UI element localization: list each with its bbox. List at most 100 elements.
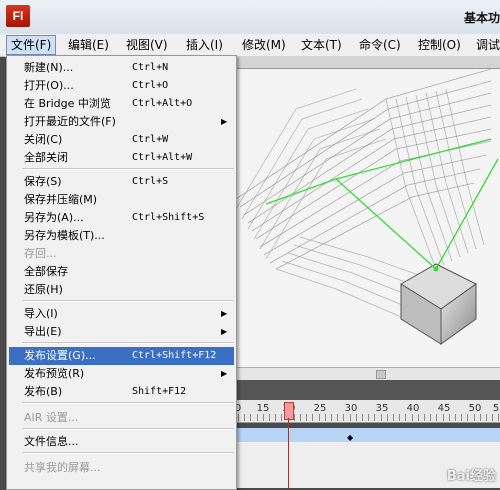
watermark: Bai经验 — [446, 469, 496, 484]
menu-item-shortcut: Shift+F12 — [132, 386, 187, 397]
ruler-tick — [312, 414, 314, 421]
menu-item-label: 全部保存 — [24, 265, 68, 278]
ruler-tick — [492, 414, 494, 421]
menu-item-label: 在 Bridge 中浏览 — [24, 97, 111, 110]
menu-item-label: 关闭(C) — [24, 133, 63, 146]
ruler-tick — [479, 414, 481, 421]
ruler-tick — [448, 414, 450, 421]
ruler-tick — [374, 414, 376, 421]
playhead-handle[interactable] — [284, 402, 294, 420]
menu-item-browse-in-bridge[interactable]: 在 Bridge 中浏览 Ctrl+Alt+O — [7, 95, 236, 113]
ruler-label: 15 — [256, 403, 270, 414]
ruler-tick — [498, 414, 500, 421]
ruler-tick — [300, 414, 301, 421]
ruler-label: 50 — [468, 403, 482, 414]
timeline-ruler[interactable]: 0 15 20 25 30 35 40 45 50 5 — [235, 400, 500, 423]
flash-logo-icon: Fl — [6, 5, 30, 27]
menu-item-close-all[interactable]: 全部关闭 Ctrl+Alt+W — [7, 149, 236, 167]
menu-item-label: 另存为(A)... — [24, 211, 84, 224]
menu-item-label: 打开最近的文件(F) — [24, 115, 116, 128]
menu-item-label: 另存为模板(T)... — [24, 229, 105, 242]
menu-debug[interactable]: 调试 — [472, 36, 500, 54]
menu-separator — [22, 428, 234, 430]
submenu-arrow-icon: ▶ — [221, 117, 228, 126]
ruler-label: 5 — [492, 403, 500, 414]
menu-item-save-as-template[interactable]: 另存为模板(T)... — [7, 227, 236, 245]
menu-separator — [22, 452, 234, 454]
menu-separator — [22, 342, 234, 344]
menu-item-shortcut: Ctrl+N — [132, 62, 169, 73]
timeline-layer-row[interactable] — [236, 428, 500, 442]
menu-insert[interactable]: 插入(I) — [182, 36, 227, 54]
menu-item-shortcut: Ctrl+S — [132, 176, 169, 187]
menu-separator — [22, 402, 234, 404]
ruler-label: 30 — [344, 403, 358, 414]
ruler-tick — [281, 414, 283, 421]
stage-horizontal-scrollbar[interactable] — [236, 367, 500, 380]
menu-item-publish-settings[interactable]: 发布设置(G)... Ctrl+Shift+F12 — [9, 347, 234, 365]
ruler-label: 35 — [375, 403, 389, 414]
menu-item-new[interactable]: 新建(N)... Ctrl+N — [7, 59, 236, 77]
ruler-tick — [269, 414, 270, 421]
scrollbar-thumb[interactable] — [376, 370, 386, 379]
ruler-tick — [486, 414, 487, 421]
menu-modify[interactable]: 修改(M) — [238, 36, 290, 54]
submenu-arrow-icon: ▶ — [221, 327, 228, 336]
ruler-tick — [386, 414, 388, 421]
stage-canvas[interactable] — [236, 69, 500, 367]
menu-item-save[interactable]: 保存(S) Ctrl+S — [7, 173, 236, 191]
menu-item-revert[interactable]: 还原(H) — [7, 281, 236, 299]
ruler-tick — [355, 414, 357, 421]
menu-item-shortcut: Ctrl+O — [132, 80, 169, 91]
menu-item-save-as[interactable]: 另存为(A)... Ctrl+Shift+S — [7, 209, 236, 227]
menu-view[interactable]: 视图(V) — [122, 36, 172, 54]
menu-item-open[interactable]: 打开(O)... Ctrl+O — [7, 77, 236, 95]
menu-item-shortcut: Ctrl+Alt+O — [132, 98, 193, 109]
menu-item-export[interactable]: 导出(E) ▶ — [7, 323, 236, 341]
menu-separator — [22, 168, 234, 170]
motion-guide-lines — [265, 138, 499, 270]
ruler-tick — [436, 414, 438, 421]
menu-item-publish[interactable]: 发布(B) Shift+F12 — [7, 383, 236, 401]
ruler-tick — [405, 414, 407, 421]
ruler-tick — [275, 414, 277, 421]
stage-artwork — [236, 69, 499, 345]
ruler-tick — [411, 414, 413, 421]
menu-text[interactable]: 文本(T) — [297, 36, 346, 54]
ruler-tick — [250, 414, 252, 421]
ruler-tick — [393, 414, 394, 421]
menu-item-label: 共享我的屏幕... — [24, 461, 101, 474]
menu-item-air-settings: AIR 设置... — [7, 409, 236, 427]
ruler-tick — [380, 414, 382, 421]
ruler-tick — [461, 414, 463, 421]
submenu-arrow-icon: ▶ — [221, 309, 228, 318]
menu-item-close[interactable]: 关闭(C) Ctrl+W — [7, 131, 236, 149]
ruler-tick — [430, 414, 432, 421]
ruler-tick — [238, 414, 239, 421]
menu-control[interactable]: 控制(O) — [414, 36, 465, 54]
menu-edit[interactable]: 编辑(E) — [64, 36, 113, 54]
menu-item-label: 还原(H) — [24, 283, 63, 296]
menu-item-label: 保存并压缩(M) — [24, 193, 98, 206]
menu-item-import[interactable]: 导入(I) ▶ — [7, 305, 236, 323]
ruler-tick — [455, 414, 456, 421]
ruler-tick — [337, 414, 339, 421]
menu-file[interactable]: 文件(F) — [6, 35, 57, 55]
menu-item-open-recent[interactable]: 打开最近的文件(F) ▶ — [7, 113, 236, 131]
menu-commands[interactable]: 命令(C) — [355, 36, 405, 54]
menu-item-label: 全部关闭 — [24, 151, 68, 164]
keyframe-icon: ◆ — [347, 433, 354, 442]
menu-item-label: AIR 设置... — [24, 411, 79, 424]
menu-item-publish-preview[interactable]: 发布预览(R) ▶ — [7, 365, 236, 383]
menu-separator — [22, 300, 234, 302]
ruler-tick — [262, 414, 264, 421]
menu-item-file-info[interactable]: 文件信息... — [7, 433, 236, 451]
menu-item-save-all[interactable]: 全部保存 — [7, 263, 236, 281]
menu-item-check-in: 存回... — [7, 245, 236, 263]
ruler-tick — [324, 414, 326, 421]
ruler-tick — [417, 414, 419, 421]
workspace-switcher[interactable]: 基本功 — [464, 9, 500, 26]
menu-item-save-and-compact[interactable]: 保存并压缩(M) — [7, 191, 236, 209]
ruler-tick — [318, 414, 320, 421]
menu-item-label: 打开(O)... — [24, 79, 74, 92]
